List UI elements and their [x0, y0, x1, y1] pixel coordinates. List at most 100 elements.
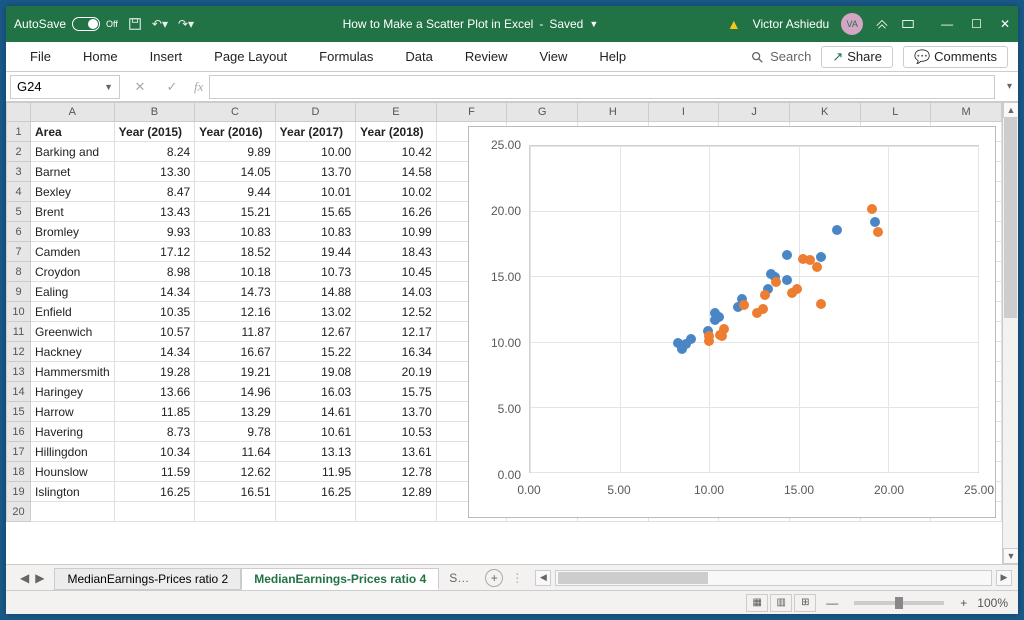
data-point[interactable] — [812, 262, 822, 272]
data-point[interactable] — [798, 254, 808, 264]
cell[interactable]: 8.98 — [114, 262, 195, 282]
tab-file[interactable]: File — [16, 45, 65, 68]
col-header-K[interactable]: K — [789, 103, 860, 122]
cell[interactable]: 10.99 — [356, 222, 437, 242]
row-header-16[interactable]: 16 — [7, 422, 31, 442]
cell[interactable]: 15.75 — [356, 382, 437, 402]
col-header-I[interactable]: I — [648, 103, 719, 122]
data-point[interactable] — [739, 300, 749, 310]
cell-area[interactable]: Camden — [31, 242, 115, 262]
row-header-3[interactable]: 3 — [7, 162, 31, 182]
cell[interactable]: 17.12 — [114, 242, 195, 262]
cell[interactable]: 11.95 — [275, 462, 356, 482]
enter-icon[interactable]: ✓ — [156, 79, 188, 95]
save-icon[interactable] — [128, 17, 142, 31]
cell[interactable]: 12.89 — [356, 482, 437, 502]
cell[interactable]: 13.70 — [356, 402, 437, 422]
col-header-A[interactable]: A — [31, 103, 115, 122]
col-header-D[interactable]: D — [275, 103, 356, 122]
cell[interactable]: 10.73 — [275, 262, 356, 282]
cell[interactable]: 14.34 — [114, 342, 195, 362]
cell-area[interactable]: Hounslow — [31, 462, 115, 482]
row-header-5[interactable]: 5 — [7, 202, 31, 222]
cell[interactable]: 16.26 — [356, 202, 437, 222]
undo-icon[interactable]: ↶▾ — [152, 17, 168, 31]
expand-formula-icon[interactable]: ▾ — [1001, 81, 1018, 92]
cell[interactable]: 20.19 — [356, 362, 437, 382]
select-all[interactable] — [7, 103, 31, 122]
cell-area[interactable]: Hackney — [31, 342, 115, 362]
horizontal-scrollbar[interactable] — [555, 570, 992, 586]
data-point[interactable] — [787, 288, 797, 298]
cell[interactable]: 16.67 — [195, 342, 276, 362]
cell[interactable]: 16.25 — [114, 482, 195, 502]
cell[interactable]: 19.08 — [275, 362, 356, 382]
row-header-1[interactable]: 1 — [7, 122, 31, 142]
cell[interactable]: 10.02 — [356, 182, 437, 202]
title-dropdown-icon[interactable]: ▼ — [589, 19, 598, 29]
sheet-tab-1[interactable]: MedianEarnings-Prices ratio 4 — [241, 568, 439, 590]
col-header-G[interactable]: G — [507, 103, 578, 122]
cell-area[interactable]: Ealing — [31, 282, 115, 302]
tab-insert[interactable]: Insert — [136, 45, 197, 68]
cell[interactable]: 14.88 — [275, 282, 356, 302]
row-header-4[interactable]: 4 — [7, 182, 31, 202]
fx-icon[interactable]: fx — [188, 79, 209, 95]
column-header-cell[interactable]: Area — [31, 122, 115, 142]
cell[interactable]: 13.02 — [275, 302, 356, 322]
cell[interactable]: 13.61 — [356, 442, 437, 462]
cell[interactable]: 13.30 — [114, 162, 195, 182]
sheet-tab-0[interactable]: MedianEarnings-Prices ratio 2 — [54, 568, 241, 590]
cell[interactable]: 16.34 — [356, 342, 437, 362]
cell[interactable]: 15.21 — [195, 202, 276, 222]
cell[interactable]: 10.83 — [275, 222, 356, 242]
data-point[interactable] — [816, 252, 826, 262]
cell[interactable]: 9.93 — [114, 222, 195, 242]
cell[interactable]: 11.87 — [195, 322, 276, 342]
maximize-icon[interactable]: ☐ — [971, 17, 982, 31]
cell[interactable]: 12.78 — [356, 462, 437, 482]
normal-view-icon[interactable]: ▦ — [746, 594, 768, 612]
cell-area[interactable]: Bexley — [31, 182, 115, 202]
cell-area[interactable]: Barking and — [31, 142, 115, 162]
row-header-10[interactable]: 10 — [7, 302, 31, 322]
cell[interactable]: 10.83 — [195, 222, 276, 242]
ribbon-display-icon[interactable] — [901, 17, 915, 31]
row-header-2[interactable]: 2 — [7, 142, 31, 162]
cell-area[interactable]: Croydon — [31, 262, 115, 282]
data-point[interactable] — [771, 277, 781, 287]
data-point[interactable] — [760, 290, 770, 300]
cell-area[interactable]: Haringey — [31, 382, 115, 402]
cell[interactable]: 11.64 — [195, 442, 276, 462]
cell[interactable]: 13.66 — [114, 382, 195, 402]
avatar[interactable]: VA — [841, 13, 863, 35]
cell[interactable]: 11.59 — [114, 462, 195, 482]
col-header-F[interactable]: F — [436, 103, 507, 122]
row-header-9[interactable]: 9 — [7, 282, 31, 302]
col-header-E[interactable]: E — [356, 103, 437, 122]
cell[interactable]: 14.61 — [275, 402, 356, 422]
cell[interactable]: 14.58 — [356, 162, 437, 182]
cell[interactable]: 13.70 — [275, 162, 356, 182]
tab-page-layout[interactable]: Page Layout — [200, 45, 301, 68]
warning-icon[interactable]: ▲ — [727, 16, 741, 32]
col-header-C[interactable]: C — [195, 103, 276, 122]
column-header-cell[interactable]: Year (2017) — [275, 122, 356, 142]
cell-area[interactable]: Barnet — [31, 162, 115, 182]
data-point[interactable] — [870, 217, 880, 227]
row-header-20[interactable]: 20 — [7, 502, 31, 522]
data-point[interactable] — [816, 299, 826, 309]
cell[interactable]: 15.22 — [275, 342, 356, 362]
cell[interactable]: 9.78 — [195, 422, 276, 442]
cell-area[interactable]: Hillingdon — [31, 442, 115, 462]
data-point[interactable] — [681, 339, 691, 349]
page-break-icon[interactable]: ⊞ — [794, 594, 816, 612]
row-header-14[interactable]: 14 — [7, 382, 31, 402]
cell[interactable]: 14.34 — [114, 282, 195, 302]
cell[interactable]: 14.96 — [195, 382, 276, 402]
tab-review[interactable]: Review — [451, 45, 522, 68]
cell[interactable]: 12.52 — [356, 302, 437, 322]
cell[interactable]: 16.03 — [275, 382, 356, 402]
cell[interactable]: 12.17 — [356, 322, 437, 342]
comments-button[interactable]: 💬Comments — [903, 46, 1008, 68]
